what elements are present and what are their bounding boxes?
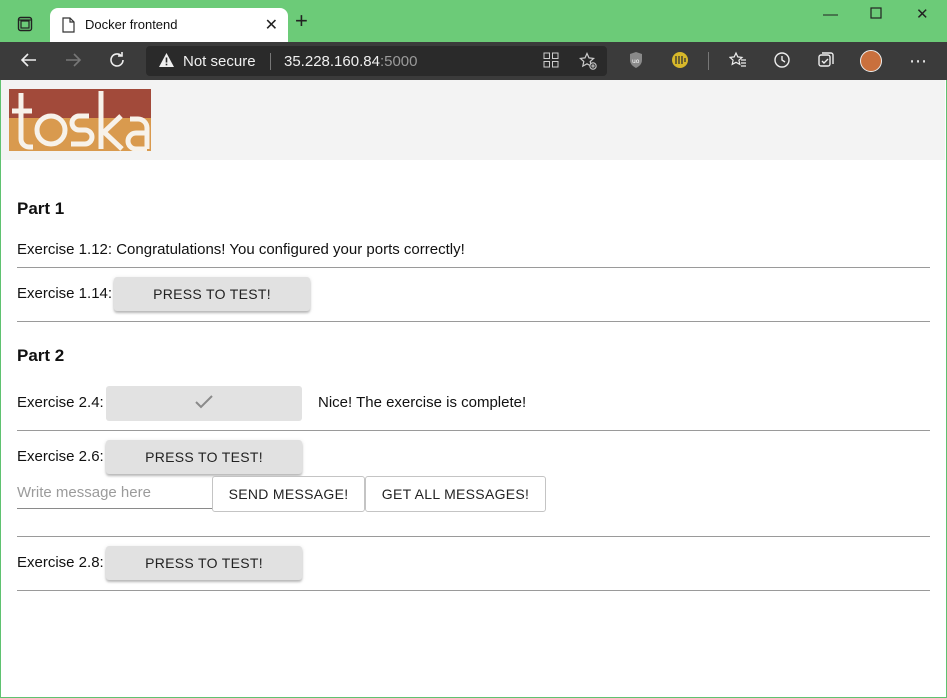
exercise-1-14-label: Exercise 1.14:	[17, 285, 113, 302]
toska-logo[interactable]	[9, 89, 151, 152]
address-toolbar: Not secure 35.228.160.84:5000 uo ⋯	[0, 42, 947, 80]
svg-text:uo: uo	[632, 58, 640, 65]
divider	[17, 536, 930, 537]
exercise-2-4-status: Nice! The exercise is complete!	[318, 394, 527, 411]
message-input-wrapper	[17, 484, 212, 509]
part-2-heading: Part 2	[17, 346, 65, 365]
checkmark-icon	[194, 394, 214, 413]
url-host: 35.228.160.84	[284, 53, 380, 70]
exercise-2-4-done-button	[106, 386, 302, 421]
url-port: :5000	[379, 53, 418, 70]
minimize-icon[interactable]: —	[823, 6, 838, 23]
extension-icon[interactable]	[670, 51, 690, 71]
history-icon[interactable]	[772, 51, 792, 71]
refresh-icon[interactable]	[107, 51, 127, 71]
address-separator	[270, 53, 271, 70]
page-icon	[62, 17, 75, 38]
warning-icon[interactable]	[158, 52, 175, 73]
get-all-messages-button[interactable]: GET ALL MESSAGES!	[365, 476, 546, 512]
divider	[17, 430, 930, 431]
security-label[interactable]: Not secure	[183, 53, 256, 70]
maximize-icon[interactable]	[870, 6, 882, 23]
send-message-button[interactable]: SEND MESSAGE!	[212, 476, 365, 512]
exercise-2-8-test-button[interactable]: PRESS TO TEST!	[106, 546, 302, 580]
browser-tab[interactable]: Docker frontend ✕	[50, 8, 288, 42]
part-1-heading: Part 1	[17, 199, 65, 218]
exercise-2-6-label: Exercise 2.6:	[17, 448, 104, 465]
toolbar-divider	[708, 52, 709, 70]
forward-icon[interactable]	[63, 51, 83, 71]
address-bar[interactable]: Not secure 35.228.160.84:5000	[146, 46, 607, 76]
ublock-icon[interactable]: uo	[626, 51, 646, 71]
collections-icon[interactable]	[816, 51, 836, 71]
close-window-icon[interactable]: ✕	[916, 5, 929, 23]
divider	[17, 321, 930, 322]
back-icon[interactable]	[19, 51, 39, 71]
exercise-2-6-test-button[interactable]: PRESS TO TEST!	[106, 440, 302, 474]
favorites-icon[interactable]	[728, 51, 748, 71]
exercise-2-8-label: Exercise 2.8:	[17, 554, 104, 571]
profile-avatar[interactable]	[860, 50, 882, 72]
tab-title: Docker frontend	[85, 17, 178, 32]
more-options-icon[interactable]: ⋯	[908, 51, 928, 71]
app-available-icon[interactable]	[543, 52, 561, 70]
exercise-1-14-test-button[interactable]: PRESS TO TEST!	[114, 277, 310, 311]
close-tab-icon[interactable]: ✕	[265, 15, 278, 35]
title-bar: Docker frontend ✕ + — ✕	[0, 0, 947, 42]
add-favorite-icon[interactable]	[579, 52, 597, 70]
url-text[interactable]: 35.228.160.84:5000	[284, 53, 417, 70]
new-tab-icon[interactable]: +	[295, 10, 308, 32]
exercise-1-12-text: Exercise 1.12: Congratulations! You conf…	[17, 241, 465, 258]
tab-actions-icon[interactable]	[10, 9, 40, 39]
divider	[17, 267, 930, 268]
exercise-2-4-label: Exercise 2.4:	[17, 394, 104, 411]
divider	[17, 590, 930, 591]
message-input[interactable]	[17, 484, 212, 501]
